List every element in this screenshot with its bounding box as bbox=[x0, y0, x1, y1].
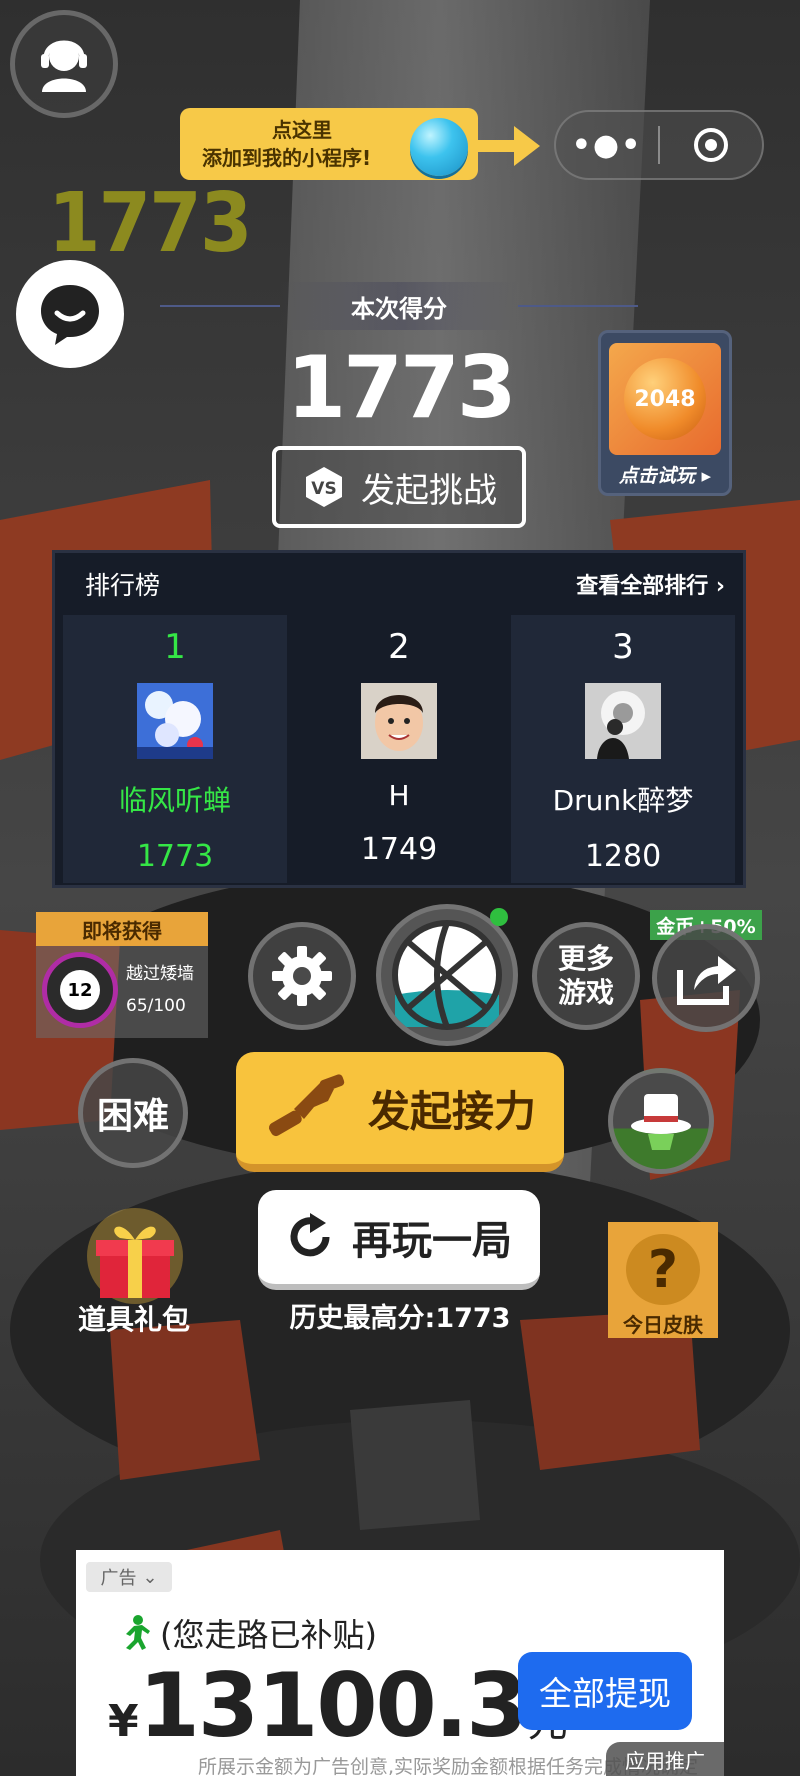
leaderboard: 排行榜 查看全部排行 › 1 临风听蝉 1773 2 H 1749 3 Drun… bbox=[52, 550, 746, 888]
player-name: 临风听蝉 bbox=[118, 784, 231, 817]
more-dots-icon: •●• bbox=[571, 127, 643, 163]
share-icon bbox=[677, 956, 736, 1005]
game-2048-tile: 2048 bbox=[609, 343, 721, 455]
difficulty-button[interactable]: 困难 bbox=[78, 1058, 188, 1168]
relay-label: 发起接力 bbox=[367, 1086, 536, 1136]
gift-pack-label: 道具礼包 bbox=[77, 1303, 190, 1336]
currency-symbol: ¥ bbox=[108, 1696, 139, 1747]
tooltip-line1: 点这里 bbox=[272, 118, 332, 142]
current-score: 1773 bbox=[286, 338, 516, 438]
game-2048-orb: 2048 bbox=[624, 358, 706, 440]
ad-subsidy-text: (您走路已补贴) bbox=[160, 1616, 377, 1654]
more-games-button[interactable]: 更多 游戏 bbox=[532, 922, 640, 1030]
gift-pack-button[interactable] bbox=[70, 1206, 200, 1306]
rank-number: 1 bbox=[164, 627, 186, 667]
promo-game-2048[interactable]: 2048 点击试玩 ▸ bbox=[598, 330, 732, 496]
avatar bbox=[361, 683, 437, 759]
amount-value: 13100.3 bbox=[138, 1654, 528, 1757]
walking-man-icon bbox=[126, 1615, 150, 1650]
svg-text:VS: VS bbox=[311, 479, 336, 499]
miniprogram-capsule: •●• bbox=[554, 110, 764, 180]
settings-button[interactable] bbox=[248, 922, 356, 1030]
ad-tag[interactable]: 广告 ⌄ bbox=[86, 1562, 172, 1592]
more-games-line1: 更多 bbox=[557, 942, 614, 975]
relay-button[interactable]: 发起接力 bbox=[236, 1052, 564, 1172]
leaderboard-title: 排行榜 bbox=[85, 571, 161, 600]
arrow-right-icon bbox=[476, 126, 540, 166]
vs-icon: VS bbox=[306, 467, 342, 507]
ad-subsidy-line: (您走路已补贴) bbox=[114, 1610, 377, 1656]
basketball-icon bbox=[392, 920, 502, 1030]
chat-button[interactable] bbox=[16, 260, 124, 368]
chat-bubble-icon bbox=[41, 285, 99, 345]
billiard-ball-icon: 12 bbox=[42, 952, 118, 1028]
current-score-label: 本次得分 bbox=[280, 282, 518, 330]
ball-number: 12 bbox=[60, 970, 100, 1010]
score-line-left bbox=[160, 305, 280, 307]
gift-box-icon bbox=[87, 1208, 183, 1304]
upcoming-progress: 65/100 bbox=[126, 996, 186, 1016]
player-score: 1280 bbox=[584, 839, 662, 874]
avatar bbox=[137, 683, 213, 759]
ad-amount: ¥ 13100.3 元 bbox=[108, 1654, 567, 1757]
rank-number: 3 bbox=[612, 627, 634, 667]
player-name: H bbox=[388, 779, 410, 812]
player-score: 1749 bbox=[360, 832, 438, 867]
blue-ball-icon bbox=[410, 118, 468, 176]
question-mark-icon: ? bbox=[626, 1234, 700, 1305]
best-score: 历史最高分:1773 bbox=[289, 1303, 511, 1334]
app-promo-label: 应用推广 bbox=[606, 1742, 724, 1776]
ghost-score: 1773 bbox=[48, 176, 252, 271]
play-again-label: 再玩一局 bbox=[352, 1218, 512, 1264]
tooltip-line2: 添加到我的小程序! bbox=[202, 146, 372, 170]
difficulty-label: 困难 bbox=[96, 1096, 169, 1137]
chevron-down-icon: ⌄ bbox=[142, 1566, 158, 1588]
new-dot-indicator bbox=[490, 908, 508, 926]
customer-service-button[interactable] bbox=[10, 10, 118, 118]
avatar bbox=[585, 683, 661, 759]
gear-icon bbox=[272, 946, 332, 1006]
leaderboard-entry: 3 Drunk醉梦 1280 bbox=[511, 615, 735, 883]
ad-tag-label: 广告 bbox=[100, 1568, 137, 1589]
headset-user-icon bbox=[41, 40, 87, 92]
view-all-ranking-link[interactable]: 查看全部排行 › bbox=[576, 568, 725, 600]
leaderboard-entry: 1 临风听蝉 1773 bbox=[63, 615, 287, 883]
hat-icon bbox=[631, 1094, 691, 1150]
leaderboard-entry: 2 H 1749 bbox=[287, 615, 511, 883]
promo-game-caption: 点击试玩 ▸ bbox=[618, 465, 712, 487]
target-close-icon bbox=[694, 128, 728, 162]
relay-baton-icon bbox=[268, 1074, 345, 1137]
today-skin-label: 今日皮肤 bbox=[623, 1313, 703, 1337]
score-line-right bbox=[518, 305, 638, 307]
hat-skin-button[interactable] bbox=[608, 1068, 714, 1174]
withdraw-all-button[interactable]: 全部提现 bbox=[518, 1652, 692, 1730]
rank-number: 2 bbox=[388, 627, 410, 667]
share-button[interactable] bbox=[652, 924, 760, 1032]
challenge-button[interactable]: VS 发起挑战 bbox=[272, 446, 526, 528]
play-again-button[interactable]: 再玩一局 bbox=[258, 1190, 540, 1290]
ad-banner[interactable]: 广告 ⌄ (您走路已补贴) ¥ 13100.3 元 全部提现 所展示金额为广告创… bbox=[76, 1550, 724, 1776]
more-menu-button[interactable]: •●• bbox=[556, 112, 658, 178]
challenge-label: 发起挑战 bbox=[361, 470, 497, 511]
refresh-icon bbox=[290, 1213, 330, 1257]
today-skin-button[interactable]: ? 今日皮肤 bbox=[608, 1222, 718, 1338]
upcoming-header: 即将获得 bbox=[36, 912, 208, 946]
more-games-line2: 游戏 bbox=[557, 976, 614, 1009]
player-score: 1773 bbox=[136, 839, 214, 874]
close-miniprogram-button[interactable] bbox=[660, 112, 762, 178]
upcoming-desc: 越过矮墙 bbox=[126, 964, 194, 984]
upcoming-reward[interactable]: 即将获得 12 越过矮墙 65/100 bbox=[36, 912, 208, 1038]
player-name: Drunk醉梦 bbox=[552, 784, 694, 817]
